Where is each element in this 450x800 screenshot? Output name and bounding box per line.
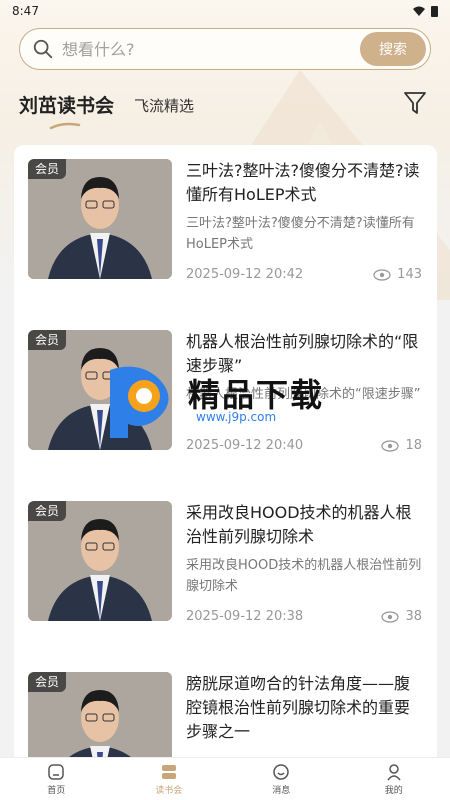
search-button[interactable]: 搜索 <box>360 32 426 66</box>
eye-icon <box>381 439 400 452</box>
article-list: 会员 三叶法?整叶法?傻傻分不清楚?读懂所有HoLEP术式 三叶法?整叶法?傻傻… <box>14 145 437 757</box>
article-thumbnail: 会员 <box>28 672 172 757</box>
status-time: 8:47 <box>12 4 39 18</box>
list-item[interactable]: 会员 三叶法?整叶法?傻傻分不清楚?读懂所有HoLEP术式 三叶法?整叶法?傻傻… <box>14 145 437 316</box>
list-item[interactable]: 会员 机器人根治性前列腺切除术的“限速步骤” 机器人根治性前列腺切除术的“限速步… <box>14 316 437 487</box>
search-input[interactable] <box>62 39 360 59</box>
article-date: 2025-09-12 20:38 <box>186 609 304 624</box>
article-title: 三叶法?整叶法?傻傻分不清楚?读懂所有HoLEP术式 <box>186 161 420 204</box>
nav-label: 读书会 <box>155 785 183 796</box>
member-badge: 会员 <box>28 159 67 179</box>
status-bar: 8:47 <box>0 0 450 22</box>
member-badge: 会员 <box>28 501 67 521</box>
filter-icon[interactable] <box>403 90 427 116</box>
article-date: 2025-09-12 20:40 <box>186 438 304 453</box>
home-icon <box>48 763 64 780</box>
view-count: 18 <box>381 438 422 453</box>
view-number: 38 <box>405 609 422 624</box>
view-number: 143 <box>397 267 422 282</box>
article-title: 机器人根治性前列腺切除术的“限速步骤” <box>186 332 419 375</box>
nav-home[interactable]: 首页 <box>0 758 113 800</box>
article-desc: 机器人根治性前列腺切除术的“限速步骤” <box>186 387 421 402</box>
eye-icon <box>373 268 391 281</box>
article-desc: 三叶法?整叶法?傻傻分不清楚?读懂所有HoLEP术式 <box>186 216 415 252</box>
article-title: 膀胱尿道吻合的针法角度——腹腔镜根治性前列腺切除术的重要步骤之一 <box>186 674 411 741</box>
view-count: 38 <box>381 609 422 624</box>
nav-profile[interactable]: 我的 <box>338 758 450 800</box>
tab-label: 刘茁读书会 <box>19 95 115 117</box>
nav-reading-club[interactable]: 读书会 <box>113 758 226 800</box>
article-thumbnail: 会员 <box>28 501 172 621</box>
article-meta: 2025-09-12 20:42 143 <box>186 267 422 282</box>
article-date: 2025-09-12 20:42 <box>186 267 304 282</box>
nav-label: 消息 <box>272 785 291 796</box>
list-item[interactable]: 会员 采用改良HOOD技术的机器人根治性前列腺切除术 采用改良HOOD技术的机器… <box>14 487 437 658</box>
view-number: 18 <box>405 438 422 453</box>
tab-bar: 刘茁读书会 飞流精选 <box>19 88 439 130</box>
nav-label: 首页 <box>47 785 66 796</box>
message-icon <box>273 763 289 780</box>
article-title: 采用改良HOOD技术的机器人根治性前列腺切除术 <box>186 503 412 546</box>
search-bar: 搜索 <box>19 28 431 70</box>
member-badge: 会员 <box>28 330 67 350</box>
nav-label: 我的 <box>384 785 403 796</box>
book-icon <box>161 764 176 779</box>
article-thumbnail: 会员 <box>28 330 172 450</box>
tab-underline <box>49 122 81 130</box>
nav-messages[interactable]: 消息 <box>225 758 338 800</box>
tab-reading-club[interactable]: 刘茁读书会 <box>19 91 115 130</box>
article-meta: 2025-09-12 20:40 18 <box>186 438 422 453</box>
wifi-icon <box>413 6 425 16</box>
profile-icon <box>387 763 401 780</box>
eye-icon <box>381 610 400 623</box>
article-thumbnail: 会员 <box>28 159 172 279</box>
article-desc: 采用改良HOOD技术的机器人根治性前列腺切除术 <box>186 558 422 594</box>
member-badge: 会员 <box>28 672 67 692</box>
view-count: 143 <box>373 267 422 282</box>
search-icon <box>33 39 53 59</box>
tab-featured[interactable]: 飞流精选 <box>134 95 194 124</box>
battery-icon <box>431 6 438 17</box>
list-item[interactable]: 会员 膀胱尿道吻合的针法角度——腹腔镜根治性前列腺切除术的重要步骤之一 <box>14 658 437 757</box>
article-meta: 2025-09-12 20:38 38 <box>186 609 422 624</box>
bottom-nav: 首页 读书会 消息 我的 <box>0 757 450 800</box>
